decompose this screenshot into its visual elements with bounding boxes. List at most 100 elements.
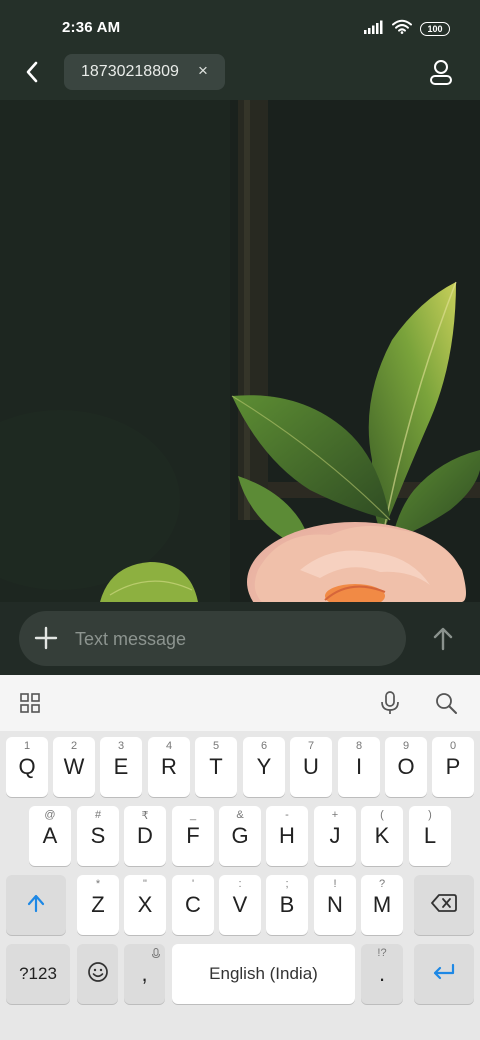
key-y[interactable]: 6Y: [243, 737, 285, 797]
enter-key[interactable]: [414, 944, 474, 1004]
key-label: K: [374, 823, 390, 848]
contact-icon: [426, 60, 456, 92]
key-label: E: [113, 754, 129, 779]
key-a[interactable]: @ A: [29, 806, 71, 866]
key-label: V: [232, 892, 248, 917]
keyboard-toolbar: [0, 675, 480, 731]
key-hint: 7: [307, 740, 315, 752]
key-hint: !?: [377, 947, 387, 959]
search-icon: [432, 693, 460, 721]
key-hint: 0: [449, 740, 457, 752]
key-label: Z: [91, 892, 105, 917]
key-v[interactable]: :V: [219, 875, 261, 935]
key-label: F: [186, 823, 200, 848]
period-key[interactable]: !? .: [361, 944, 403, 1004]
back-arrow-icon: [25, 61, 39, 88]
period-label: .: [378, 961, 386, 986]
key-b[interactable]: ; B: [266, 875, 308, 935]
voice-input-button[interactable]: [376, 689, 404, 717]
send-arrow-icon: [428, 627, 458, 658]
key-label: R: [161, 754, 177, 779]
key-d[interactable]: ₹ D: [124, 806, 166, 866]
key-hint: @: [44, 809, 56, 821]
key-o[interactable]: 9O: [385, 737, 427, 797]
key-c[interactable]: ' C: [172, 875, 214, 935]
key-hint: #: [94, 809, 102, 821]
key-label: G: [231, 823, 249, 848]
key-hint: 5: [212, 740, 220, 752]
key-label: Q: [18, 754, 36, 779]
key-hint: &: [236, 809, 244, 821]
key-label: D: [137, 823, 153, 848]
key-q[interactable]: 1Q: [6, 737, 48, 797]
key-hint: +: [331, 809, 339, 821]
key-f[interactable]: _ F: [172, 806, 214, 866]
comma-key[interactable]: ,: [124, 944, 165, 1004]
key-label: I: [355, 754, 363, 779]
recipient-chip[interactable]: 18730218809 ×: [64, 54, 225, 90]
key-j[interactable]: + J: [314, 806, 356, 866]
key-label: Y: [256, 754, 272, 779]
key-hint: 4: [165, 740, 173, 752]
space-key[interactable]: English (India): [172, 944, 355, 1004]
key-m[interactable]: ? M: [361, 875, 403, 935]
key-hint: _: [189, 809, 197, 821]
key-n[interactable]: ! N: [314, 875, 356, 935]
key-r[interactable]: 4R: [148, 737, 190, 797]
symbols-label: ?123: [19, 964, 57, 983]
compose-box: [19, 611, 406, 666]
key-x[interactable]: " X: [124, 875, 166, 935]
key-hint: 6: [260, 740, 268, 752]
key-i[interactable]: 8I: [338, 737, 380, 797]
contact-button[interactable]: [426, 58, 456, 88]
shift-key[interactable]: [6, 875, 66, 935]
key-hint: 1: [23, 740, 31, 752]
key-hint: 3: [117, 740, 125, 752]
recipient-number: 18730218809: [81, 63, 179, 80]
apps-grid-button[interactable]: [16, 689, 44, 717]
backspace-key[interactable]: [414, 875, 474, 935]
signal-icon: [364, 20, 384, 39]
key-p[interactable]: 0P: [432, 737, 474, 797]
key-k[interactable]: (K: [361, 806, 403, 866]
back-button[interactable]: [14, 56, 50, 92]
space-label: English (India): [209, 964, 318, 983]
key-u[interactable]: 7U: [290, 737, 332, 797]
key-hint: ': [191, 878, 195, 890]
key-hint: :: [238, 878, 242, 890]
key-t[interactable]: 5T: [195, 737, 237, 797]
send-button[interactable]: [428, 624, 458, 654]
enter-icon: [431, 962, 457, 987]
keyboard-search-button[interactable]: [432, 689, 460, 717]
conversation-header: 18730218809 ×: [0, 50, 480, 100]
emoji-icon: [87, 961, 109, 988]
key-h[interactable]: -H: [266, 806, 308, 866]
key-hint: !: [333, 878, 337, 890]
shift-icon: [25, 892, 47, 919]
key-hint: 2: [70, 740, 78, 752]
apps-grid-icon: [16, 693, 44, 721]
key-e[interactable]: 3E: [100, 737, 142, 797]
key-w[interactable]: 2W: [53, 737, 95, 797]
key-label: B: [279, 892, 295, 917]
comma-label: ,: [141, 961, 148, 986]
close-icon[interactable]: ×: [195, 61, 211, 80]
compose-area: [0, 602, 480, 675]
key-s[interactable]: # S: [77, 806, 119, 866]
emoji-key[interactable]: [77, 944, 118, 1004]
wifi-icon: [392, 19, 412, 39]
key-label: S: [90, 823, 106, 848]
status-bar: 2:36 AM 100: [0, 0, 480, 50]
add-attachment-button[interactable]: [31, 623, 61, 653]
backspace-icon: [431, 893, 457, 918]
message-input[interactable]: [75, 627, 375, 651]
key-g[interactable]: & G: [219, 806, 261, 866]
keyboard: 1Q 2W 3E 4R 5T 6Y 7U 8I 9O 0P @ A # S ₹ D _…: [0, 675, 480, 1040]
key-label: M: [372, 892, 392, 917]
conversation-area: [0, 100, 480, 602]
key-label: O: [397, 754, 415, 779]
symbols-key[interactable]: ?123: [6, 944, 70, 1004]
mic-hint-icon: [151, 947, 161, 965]
key-z[interactable]: * Z: [77, 875, 119, 935]
key-l[interactable]: ) L: [409, 806, 451, 866]
